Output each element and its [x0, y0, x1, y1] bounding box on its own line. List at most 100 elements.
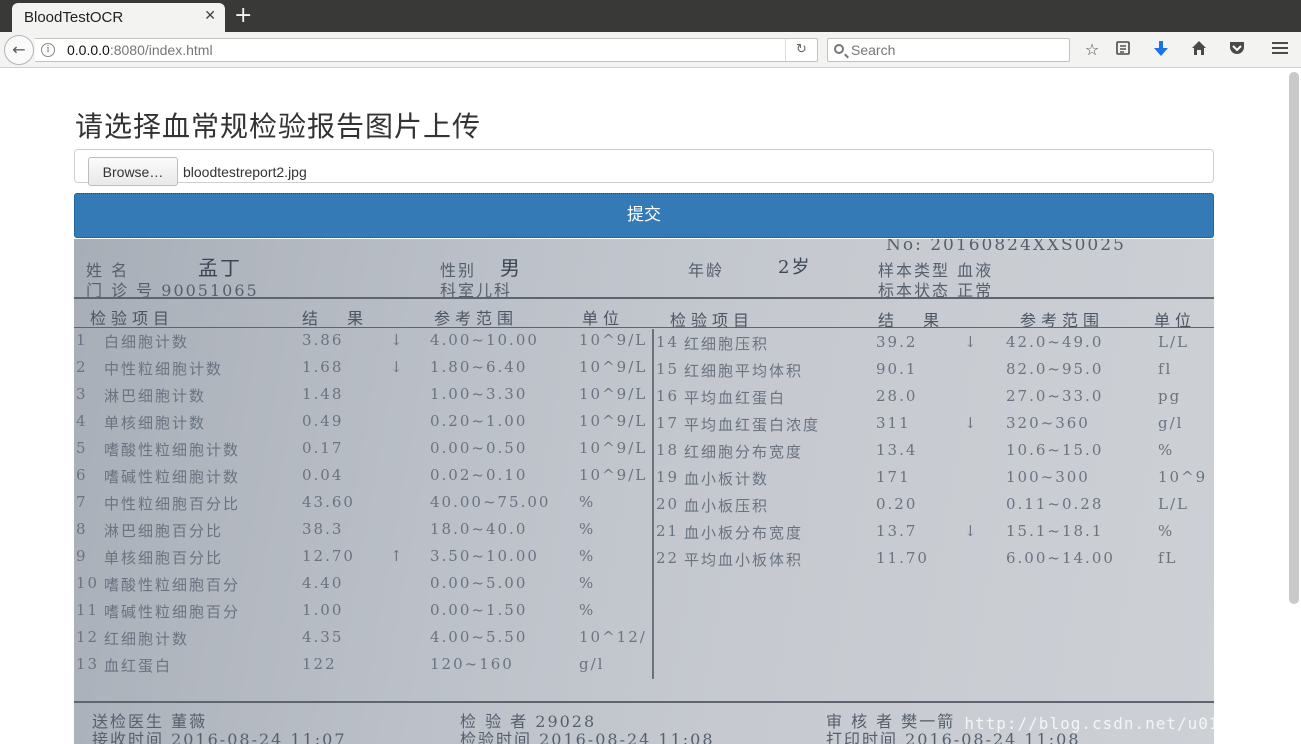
tab-strip: BloodTestOCR ✕ + [0, 0, 1301, 32]
test-unit: % [579, 547, 596, 565]
abnormal-flag: ↑ [390, 547, 405, 565]
report-image: No: 20160824XXS0025 姓 名 孟丁 性别 男 年龄 2岁 样本… [74, 239, 1214, 744]
reading-list-icon[interactable] [1113, 40, 1133, 60]
test-item: 红细胞压积 [684, 335, 770, 353]
reload-icon[interactable]: ↻ [785, 39, 817, 61]
site-info-icon[interactable]: i [41, 43, 55, 57]
test-item: 单核细胞百分比 [104, 549, 224, 567]
test-unit: g/l [1158, 414, 1184, 432]
column-range-left: 参考范围 [434, 309, 519, 328]
test-item: 平均血小板体积 [684, 551, 804, 569]
column-divider [652, 329, 654, 679]
test-result: 11.70 [876, 549, 929, 567]
test-result: 43.60 [302, 493, 355, 511]
row-number: 11 [76, 601, 100, 619]
pocket-icon[interactable] [1227, 40, 1247, 60]
test-result: 0.20 [876, 495, 918, 513]
test-unit: % [579, 574, 596, 592]
reference-range: 40.00~75.00 [430, 493, 551, 511]
test-result: 311 [876, 414, 911, 432]
bookmark-star-icon[interactable]: ☆ [1082, 40, 1102, 60]
test-result: 90.1 [876, 360, 918, 378]
selected-file-name: bloodtestreport2.jpg [183, 164, 307, 180]
test-item: 血小板计数 [684, 470, 770, 488]
test-item: 嗜碱性粒细胞百分 [104, 603, 241, 621]
submit-button[interactable]: 提交 [74, 193, 1214, 238]
age-value: 2岁 [778, 257, 812, 278]
home-icon[interactable] [1189, 40, 1209, 60]
test-unit: fL [1158, 549, 1178, 567]
url-text: 0.0.0.0:8080/index.html [67, 42, 213, 58]
back-button[interactable]: ← [4, 35, 34, 65]
reference-range: 1.80~6.40 [430, 358, 528, 376]
abnormal-flag: ↓ [390, 358, 405, 376]
test-unit: 10^9/L [579, 358, 648, 376]
test-unit: fl [1158, 360, 1173, 378]
reference-range: 0.20~1.00 [430, 412, 528, 430]
test-result: 1.48 [302, 385, 344, 403]
abnormal-flag: ↓ [964, 333, 979, 351]
reference-range: 4.00~10.00 [430, 331, 539, 349]
test-item: 单核细胞计数 [104, 414, 207, 432]
test-unit: 10^9/L [579, 385, 648, 403]
received-time: 接收时间 2016-08-24 11:07 [92, 730, 347, 744]
row-number: 7 [76, 493, 88, 511]
test-item: 淋巴细胞百分比 [104, 522, 224, 540]
footer-rule [74, 701, 1214, 703]
reference-range: 320~360 [1006, 414, 1090, 432]
back-arrow-icon: ← [12, 40, 26, 59]
search-icon [834, 44, 844, 54]
downloads-icon[interactable] [1151, 40, 1171, 60]
test-result: 13.4 [876, 441, 918, 459]
row-number: 14 [656, 333, 680, 351]
tab-bloodtestocr[interactable]: BloodTestOCR ✕ [12, 3, 225, 32]
reference-range: 0.00~0.50 [430, 439, 528, 457]
reference-range: 0.11~0.28 [1006, 495, 1104, 513]
row-number: 18 [656, 441, 680, 459]
row-number: 1 [76, 331, 88, 349]
row-number: 12 [76, 628, 100, 646]
row-number: 4 [76, 412, 88, 430]
test-item: 平均血红蛋白浓度 [684, 416, 821, 434]
row-number: 5 [76, 439, 88, 457]
row-number: 13 [76, 655, 100, 673]
test-item: 嗜酸性粒细胞计数 [104, 441, 241, 459]
test-unit: L/L [1158, 333, 1189, 351]
test-item: 红细胞分布宽度 [684, 443, 804, 461]
test-result: 38.3 [302, 520, 344, 538]
column-item-left: 检验项目 [90, 309, 175, 328]
test-item: 淋巴细胞计数 [104, 387, 207, 405]
url-bar[interactable]: i 0.0.0.0:8080/index.html ↻ [35, 38, 818, 62]
row-number: 8 [76, 520, 88, 538]
browse-button[interactable]: Browse… [88, 157, 178, 186]
scrollbar[interactable] [1289, 72, 1299, 744]
file-input[interactable]: Browse… bloodtestreport2.jpg [74, 149, 1214, 186]
reference-range: 4.00~5.50 [430, 628, 528, 646]
reference-range: 42.0~49.0 [1006, 333, 1104, 351]
test-result: 4.40 [302, 574, 344, 592]
scroll-thumb[interactable] [1289, 72, 1299, 604]
close-tab-icon[interactable]: ✕ [204, 8, 216, 24]
row-number: 15 [656, 360, 680, 378]
tab-title: BloodTestOCR [24, 9, 124, 26]
test-unit: 10^9 [1158, 468, 1208, 486]
menu-icon[interactable] [1270, 40, 1290, 60]
test-result: 12.70 [302, 547, 355, 565]
reference-range: 15.1~18.1 [1006, 522, 1104, 540]
reference-range: 18.0~40.0 [430, 520, 528, 538]
search-input[interactable]: Search [827, 38, 1070, 62]
test-unit: 10^9/L [579, 331, 648, 349]
watermark: http://blog.csdn.net/u013148167 [964, 714, 1214, 733]
test-unit: L/L [1158, 495, 1189, 513]
new-tab-button[interactable]: + [234, 3, 252, 29]
column-result-left: 结 果 [302, 309, 376, 328]
test-item: 白细胞计数 [104, 333, 190, 351]
row-number: 2 [76, 358, 88, 376]
test-unit: 10^12/ [579, 628, 647, 646]
tested-time: 检验时间 2016-08-24 11:08 [460, 730, 715, 744]
navigation-toolbar: ← i 0.0.0.0:8080/index.html ↻ Search ☆ [0, 32, 1301, 68]
test-unit: % [579, 520, 596, 538]
reference-range: 82.0~95.0 [1006, 360, 1104, 378]
reference-range: 0.00~1.50 [430, 601, 528, 619]
test-unit: % [1158, 441, 1175, 459]
